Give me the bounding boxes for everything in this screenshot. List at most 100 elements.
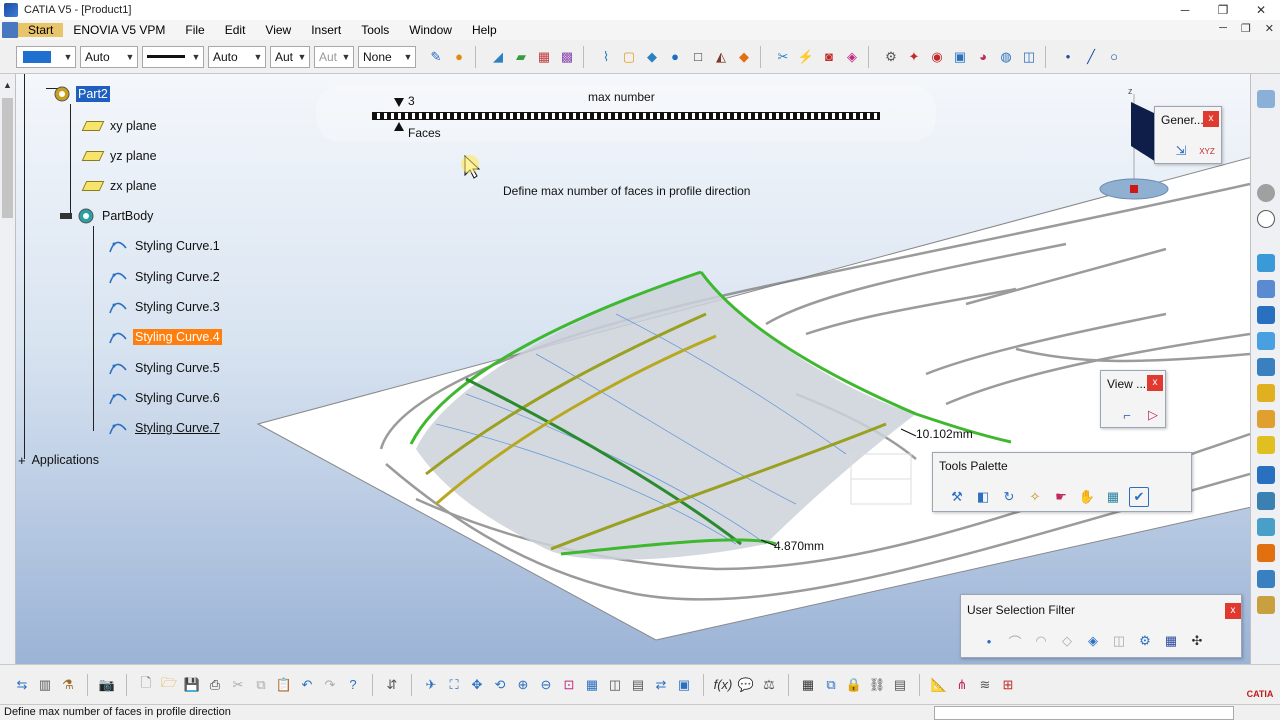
- tree-label-styling-curve-3[interactable]: Styling Curve.3: [133, 299, 222, 315]
- tree-node-styling-curve-2[interactable]: Styling Curve.2: [108, 269, 222, 285]
- open-icon[interactable]: 🗁: [159, 675, 179, 695]
- tree-node-part[interactable]: Part2: [52, 84, 110, 104]
- element-filter-icon[interactable]: ◫: [1109, 631, 1129, 651]
- menu-file[interactable]: File: [175, 23, 214, 37]
- hammer-icon[interactable]: ⚒: [947, 487, 967, 507]
- curve-filter-icon[interactable]: ⌒: [1005, 631, 1025, 651]
- hide-show-icon[interactable]: ▤: [628, 675, 648, 695]
- painter-icon[interactable]: ✎: [426, 47, 446, 67]
- layer-prefix-combo[interactable]: Aut ▼: [314, 45, 354, 68]
- tree-node-styling-curve-4[interactable]: Styling Curve.4: [108, 329, 222, 345]
- point-icon[interactable]: •: [1058, 47, 1078, 67]
- tree-label-styling-curve-5[interactable]: Styling Curve.5: [133, 360, 222, 376]
- curvature-icon[interactable]: ◉: [927, 47, 947, 67]
- tree-node-partbody[interactable]: PartBody: [60, 206, 155, 226]
- surface-filter-icon[interactable]: ◠: [1031, 631, 1051, 651]
- tree-node-styling-curve-6[interactable]: Styling Curve.6: [108, 390, 222, 406]
- check-icon[interactable]: ✔: [1129, 487, 1149, 507]
- tree-label-styling-curve-2[interactable]: Styling Curve.2: [133, 269, 222, 285]
- expand-toggle-icon[interactable]: +: [18, 453, 26, 468]
- view-plane-icon[interactable]: ⌐: [1117, 405, 1137, 425]
- swap-space-icon[interactable]: ⇄: [651, 675, 671, 695]
- menu-window[interactable]: Window: [399, 23, 462, 37]
- general-palette[interactable]: Gener... x ⇲ XYZ: [1154, 106, 1222, 164]
- save-icon[interactable]: 💾: [182, 675, 202, 695]
- close-button[interactable]: ✕: [1242, 0, 1280, 20]
- copy-icon[interactable]: ⧉: [251, 675, 271, 695]
- point-combo[interactable]: Aut ▼: [270, 45, 310, 68]
- tree-toggle-icon[interactable]: ⇵: [382, 675, 402, 695]
- folder-curve-icon[interactable]: ▢: [619, 47, 639, 67]
- collapse-toggle-icon[interactable]: [60, 213, 72, 219]
- tree-node-styling-curve-7[interactable]: Styling Curve.7: [108, 420, 222, 436]
- formula-icon[interactable]: f(x): [713, 675, 733, 695]
- patch-tool-icon[interactable]: [1257, 306, 1275, 324]
- tree-node-styling-curve-3[interactable]: Styling Curve.3: [108, 299, 222, 315]
- tree-node-applications[interactable]: + Applications: [18, 452, 101, 468]
- knowledge-icon[interactable]: ▤: [890, 675, 910, 695]
- blend-icon[interactable]: ◆: [642, 47, 662, 67]
- fillet-tool-icon[interactable]: [1257, 518, 1275, 536]
- rule-icon[interactable]: ⚖: [759, 675, 779, 695]
- graph-icon[interactable]: ⧉: [821, 675, 841, 695]
- menu-tools[interactable]: Tools: [351, 23, 399, 37]
- fit-all-icon[interactable]: ⛶: [444, 675, 464, 695]
- stripes-icon[interactable]: ≋: [975, 675, 995, 695]
- trim-tool-icon[interactable]: [1257, 544, 1275, 562]
- left-scrollbar[interactable]: ▲: [0, 74, 16, 664]
- surface-icon[interactable]: ▰: [511, 47, 531, 67]
- doc-restore-button[interactable]: ❐: [1241, 22, 1251, 35]
- new-icon[interactable]: 🗋: [136, 675, 156, 695]
- view-palette[interactable]: View ... x ⌐ ▷: [1100, 370, 1166, 428]
- paste-icon[interactable]: 📋: [274, 675, 294, 695]
- shape-tool-icon[interactable]: [1257, 596, 1275, 614]
- tree-label-styling-curve-1[interactable]: Styling Curve.1: [133, 238, 222, 254]
- analysis-icon[interactable]: ⚙: [881, 47, 901, 67]
- connect-icon[interactable]: ✦: [904, 47, 924, 67]
- transparency-combo[interactable]: Auto ▼: [80, 45, 138, 68]
- cube-icon[interactable]: ◈: [842, 47, 862, 67]
- fill-icon[interactable]: ▩: [557, 47, 577, 67]
- table-icon[interactable]: ▦: [798, 675, 818, 695]
- tree-label-yz-plane[interactable]: yz plane: [108, 148, 159, 164]
- lineweight-combo[interactable]: Auto ▼: [208, 45, 266, 68]
- line-icon[interactable]: ╱: [1081, 47, 1101, 67]
- view-direction-icon[interactable]: ▷: [1143, 405, 1163, 425]
- render-icon[interactable]: ▣: [674, 675, 694, 695]
- draft-analysis-icon[interactable]: ⊞: [998, 675, 1018, 695]
- wand-icon[interactable]: ✧: [1025, 487, 1045, 507]
- rotate-view-icon[interactable]: ⟲: [490, 675, 510, 695]
- select-icon[interactable]: ⇲: [1171, 141, 1191, 161]
- color-combo[interactable]: ▼: [16, 45, 76, 68]
- undo-icon[interactable]: ↶: [297, 675, 317, 695]
- print-icon[interactable]: ⎙: [205, 675, 225, 695]
- sweep-icon[interactable]: ◭: [711, 47, 731, 67]
- circle-icon[interactable]: ○: [1104, 47, 1124, 67]
- cube-tool-icon[interactable]: [1257, 280, 1275, 298]
- volume-filter-icon[interactable]: ◇: [1057, 631, 1077, 651]
- iso-view-icon[interactable]: ▦: [582, 675, 602, 695]
- projection-icon[interactable]: ◧: [973, 487, 993, 507]
- quick-select-icon[interactable]: ✣: [1187, 631, 1207, 651]
- menu-start[interactable]: Start: [18, 23, 64, 37]
- tree-node-xy-plane[interactable]: xy plane: [81, 118, 159, 134]
- plane-box-icon[interactable]: □: [688, 47, 708, 67]
- tree-label-styling-curve-6[interactable]: Styling Curve.6: [133, 390, 222, 406]
- mapping-icon[interactable]: ◍: [996, 47, 1016, 67]
- inside-trap-icon[interactable]: ▦: [1161, 631, 1181, 651]
- shading-icon[interactable]: ◫: [605, 675, 625, 695]
- offset-tool-icon[interactable]: [1257, 410, 1275, 428]
- doc-minimize-button[interactable]: ─: [1219, 22, 1227, 35]
- tree-label-applications[interactable]: Applications: [30, 452, 101, 468]
- bottle-icon[interactable]: ⚗: [58, 675, 78, 695]
- menu-insert[interactable]: Insert: [301, 23, 351, 37]
- slider-handle-top[interactable]: [394, 98, 404, 107]
- tree-label-xy-plane[interactable]: xy plane: [108, 118, 159, 134]
- restore-button[interactable]: ❐: [1204, 0, 1242, 20]
- rotate-icon[interactable]: ↻: [999, 487, 1019, 507]
- porcupine-icon[interactable]: ⋔: [952, 675, 972, 695]
- net-tool-icon[interactable]: [1257, 492, 1275, 510]
- lock-icon[interactable]: 🔒: [844, 675, 864, 695]
- tree-node-zx-plane[interactable]: zx plane: [81, 178, 159, 194]
- slider-handle-bottom[interactable]: [394, 122, 404, 131]
